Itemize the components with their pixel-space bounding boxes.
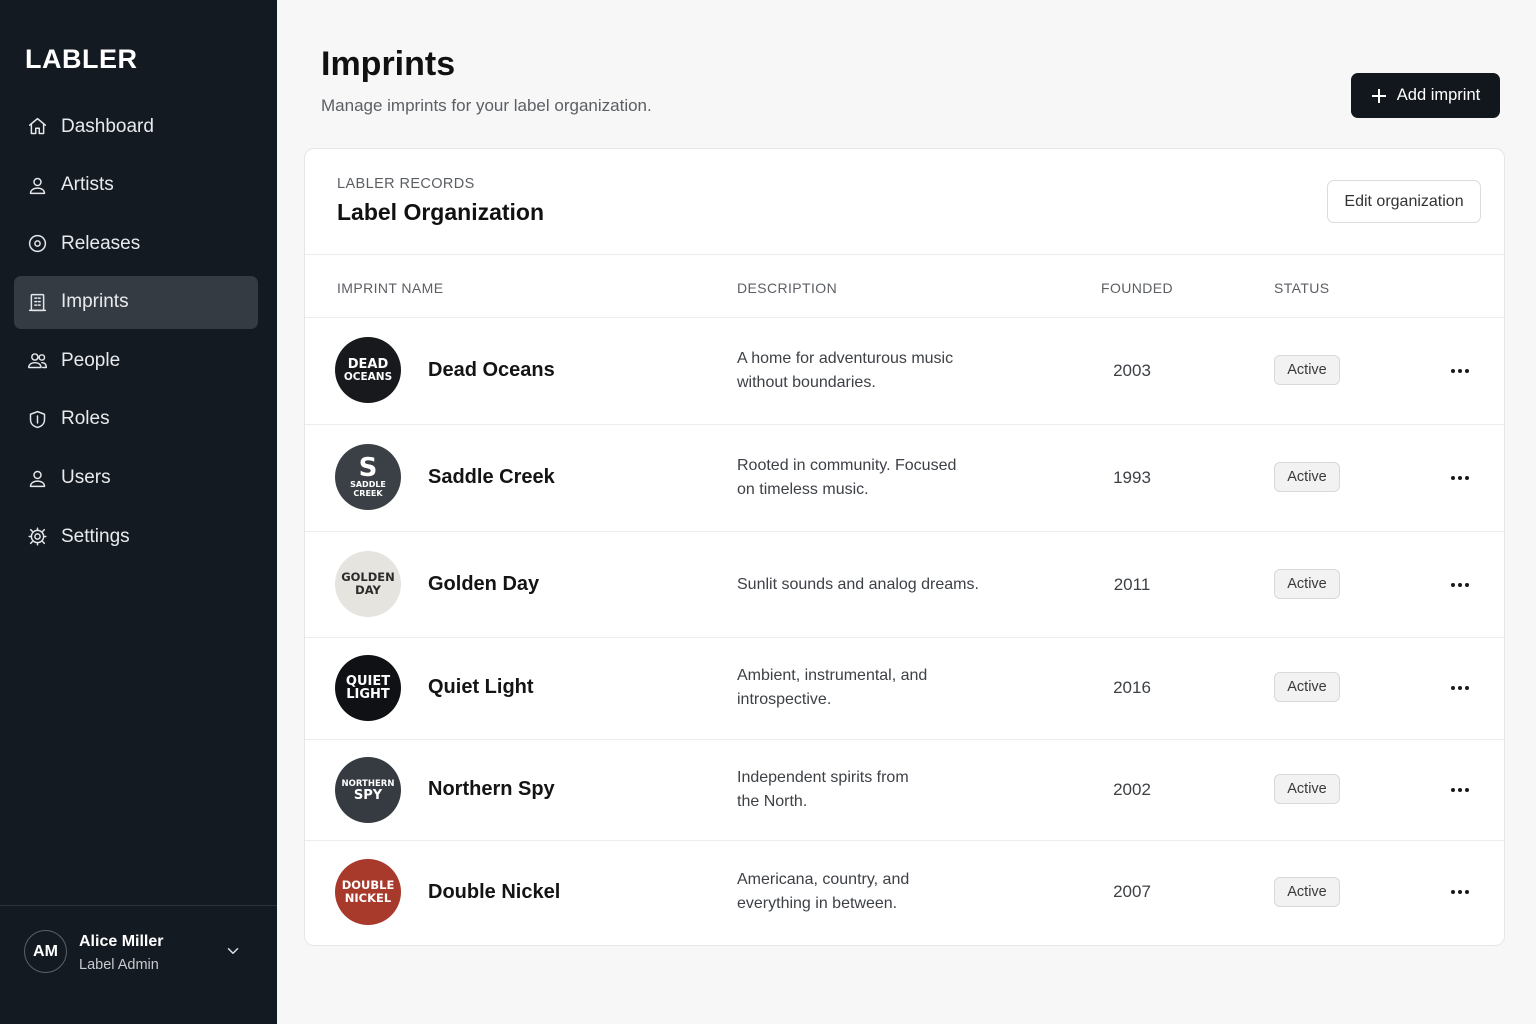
sidebar-item-releases[interactable]: Releases bbox=[14, 217, 258, 270]
status-badge: Active bbox=[1274, 774, 1340, 804]
column-header-description: DESCRIPTION bbox=[737, 280, 838, 296]
sidebar-item-label: Imprints bbox=[61, 291, 129, 313]
imprint-founded: 2007 bbox=[1113, 882, 1151, 901]
sidebar: LABLER Dashboard Artists Releases Imprin… bbox=[0, 0, 277, 1024]
user-menu[interactable]: AM Alice Miller Label Admin bbox=[0, 905, 277, 1024]
imprint-name[interactable]: Double Nickel bbox=[428, 881, 560, 904]
imprint-description: A home for adventurous music without bou… bbox=[737, 350, 954, 391]
sidebar-item-label: Releases bbox=[61, 232, 141, 254]
user-icon bbox=[26, 467, 48, 489]
imprint-description: Rooted in community. Focused on timeless… bbox=[737, 457, 957, 498]
status-badge: Active bbox=[1274, 672, 1340, 702]
column-header-name: IMPRINT NAME bbox=[337, 280, 444, 296]
page-subtitle: Manage imprints for your label organizat… bbox=[321, 96, 652, 115]
imprints-card: LABLER RECORDS Label Organization Edit o… bbox=[304, 148, 1505, 946]
more-icon[interactable] bbox=[1446, 575, 1474, 595]
more-icon[interactable] bbox=[1446, 468, 1474, 488]
status-badge: Active bbox=[1274, 877, 1340, 907]
sidebar-item-label: Roles bbox=[61, 408, 110, 430]
sidebar-item-artists[interactable]: Artists bbox=[14, 159, 258, 212]
user-icon bbox=[26, 174, 48, 196]
imprint-name[interactable]: Golden Day bbox=[428, 573, 539, 596]
add-imprint-button[interactable]: Add imprint bbox=[1351, 73, 1500, 118]
imprint-name[interactable]: Quiet Light bbox=[428, 676, 534, 699]
imprint-logo: DOUBLE NICKEL bbox=[335, 859, 401, 925]
add-imprint-label: Add imprint bbox=[1396, 86, 1481, 104]
status-badge: Active bbox=[1274, 355, 1340, 385]
plus-icon bbox=[1371, 88, 1387, 104]
imprint-logo: GOLDEN DAY bbox=[335, 551, 401, 617]
more-icon[interactable] bbox=[1446, 361, 1474, 381]
imprint-name[interactable]: Saddle Creek bbox=[428, 466, 555, 489]
sidebar-item-settings[interactable]: Settings bbox=[14, 510, 258, 563]
more-icon[interactable] bbox=[1446, 780, 1474, 800]
sidebar-item-label: Dashboard bbox=[61, 115, 154, 137]
imprint-logo: S SADDLE CREEK bbox=[335, 444, 401, 510]
sidebar-item-people[interactable]: People bbox=[14, 334, 258, 387]
sidebar-item-roles[interactable]: Roles bbox=[14, 393, 258, 446]
more-icon[interactable] bbox=[1446, 882, 1474, 902]
sidebar-item-users[interactable]: Users bbox=[14, 452, 258, 505]
imprint-description: Sunlit sounds and analog dreams. bbox=[737, 576, 979, 593]
imprint-logo: NORTHERN SPY bbox=[335, 757, 401, 823]
sidebar-nav: Dashboard Artists Releases Imprints Peop… bbox=[14, 100, 258, 569]
table-row[interactable]: NORTHERN SPY Northern Spy Independent sp… bbox=[305, 739, 1504, 840]
gear-icon bbox=[26, 526, 48, 548]
sidebar-item-label: People bbox=[61, 349, 121, 371]
table-row[interactable]: DEAD OCEANS Dead Oceans A home for adven… bbox=[305, 317, 1504, 424]
table-row[interactable]: GOLDEN DAY Golden Day Sunlit sounds and … bbox=[305, 531, 1504, 637]
table-row[interactable]: S SADDLE CREEK Saddle Creek Rooted in co… bbox=[305, 424, 1504, 531]
table-row[interactable]: QUIET LIGHT Quiet Light Ambient, instrum… bbox=[305, 637, 1504, 739]
sidebar-item-label: Users bbox=[61, 467, 111, 489]
status-badge: Active bbox=[1274, 569, 1340, 599]
page-title: Imprints bbox=[321, 45, 456, 83]
sidebar-item-label: Settings bbox=[61, 525, 130, 547]
home-icon bbox=[26, 116, 48, 138]
table-row[interactable]: DOUBLE NICKEL Double Nickel Americana, c… bbox=[305, 840, 1504, 944]
imprint-founded: 2011 bbox=[1113, 575, 1151, 594]
user-role: Label Admin bbox=[79, 957, 159, 973]
disc-icon bbox=[26, 233, 48, 255]
imprint-name[interactable]: Dead Oceans bbox=[428, 359, 555, 382]
avatar: AM bbox=[24, 930, 67, 973]
column-header-founded: FOUNDED bbox=[1101, 280, 1174, 296]
imprint-logo: QUIET LIGHT bbox=[335, 655, 401, 721]
chevron-down-icon[interactable] bbox=[224, 942, 242, 960]
more-icon[interactable] bbox=[1446, 678, 1474, 698]
imprint-founded: 1993 bbox=[1113, 468, 1151, 487]
status-badge: Active bbox=[1274, 462, 1340, 492]
edit-organization-button[interactable]: Edit organization bbox=[1327, 180, 1481, 223]
sidebar-item-label: Artists bbox=[61, 174, 114, 196]
building-icon bbox=[26, 291, 48, 313]
imprint-founded: 2016 bbox=[1113, 678, 1151, 697]
imprint-description: Americana, country, and everything in be… bbox=[737, 871, 910, 912]
imprint-description: Ambient, instrumental, and introspective… bbox=[737, 667, 928, 708]
organization-name: Label Organization bbox=[337, 199, 545, 225]
brand-logo: LABLER bbox=[25, 44, 138, 74]
sidebar-item-imprints[interactable]: Imprints bbox=[14, 275, 258, 329]
imprint-founded: 2003 bbox=[1113, 361, 1151, 380]
people-icon bbox=[26, 350, 48, 372]
imprint-name[interactable]: Northern Spy bbox=[428, 778, 555, 801]
imprint-description: Independent spirits from the North. bbox=[737, 769, 909, 810]
imprint-founded: 2002 bbox=[1113, 780, 1151, 799]
shield-icon bbox=[26, 408, 48, 430]
user-name: Alice Miller bbox=[79, 933, 164, 950]
divider bbox=[305, 254, 1504, 255]
sidebar-item-dashboard[interactable]: Dashboard bbox=[14, 100, 258, 153]
organization-eyebrow: LABLER RECORDS bbox=[337, 176, 475, 192]
imprint-logo: DEAD OCEANS bbox=[335, 337, 401, 403]
column-header-status: STATUS bbox=[1274, 280, 1330, 296]
imprints-table: DEAD OCEANS Dead Oceans A home for adven… bbox=[305, 317, 1504, 944]
